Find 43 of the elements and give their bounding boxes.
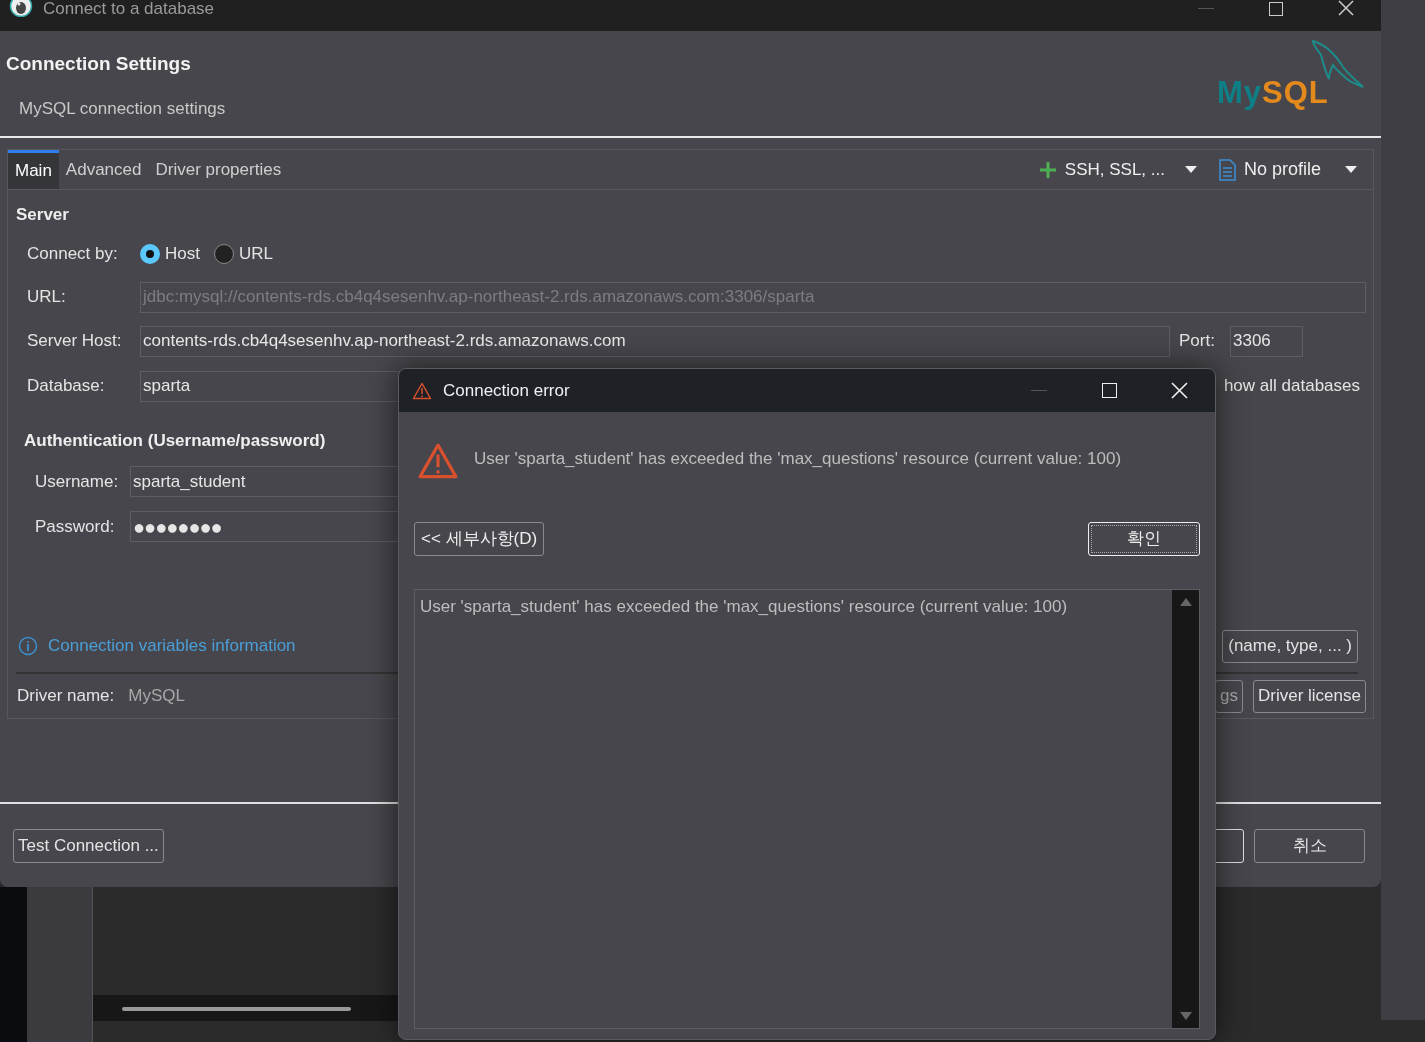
confirm-button[interactable]: 확인 [1088, 522, 1200, 556]
warning-icon [417, 442, 459, 480]
scroll-down-icon[interactable] [1179, 1012, 1192, 1020]
plus-icon [1038, 160, 1057, 179]
port-field[interactable]: 3306 [1230, 325, 1303, 357]
test-connection-button[interactable]: Test Connection ... [13, 829, 164, 863]
mysql-logo: MySQL [1217, 39, 1367, 117]
radio-option[interactable]: Host [140, 240, 200, 267]
field-label: Port: [1179, 330, 1216, 353]
vertical-scrollbar[interactable] [1172, 590, 1199, 1028]
show-all-databases-checkbox-label[interactable]: how all databases [1223, 373, 1360, 399]
network-button[interactable]: SSH, SSL, ... [1064, 156, 1165, 183]
tab[interactable]: Advanced [58, 150, 149, 189]
dropdown-caret-icon[interactable] [1345, 166, 1357, 173]
dropdown-caret-icon[interactable] [1184, 166, 1197, 173]
host-field[interactable]: contents-rds.cb4q4sesenhv.ap-northeast-2.rds.amazonaws.com [140, 325, 1170, 357]
info-icon [18, 636, 38, 656]
scroll-up-icon[interactable] [1179, 598, 1192, 606]
driver-license-button[interactable]: Driver license [1253, 679, 1366, 713]
variables-button[interactable]: (name, type, ... ) [1222, 629, 1358, 663]
document-icon [1218, 158, 1236, 181]
window-title: Connect to a database [43, 0, 215, 18]
field-label: Connect by: [27, 242, 119, 265]
radio-option[interactable]: URL [213, 240, 273, 267]
tab[interactable]: Main [8, 150, 59, 189]
cancel-button[interactable]: 취소 [1254, 829, 1365, 863]
section-heading: Server [16, 204, 70, 226]
tab[interactable]: Driver properties [148, 150, 289, 189]
field-label: Password: [35, 515, 116, 538]
field-label: Username: [35, 470, 120, 493]
section-heading: Authentication (Username/password) [24, 429, 327, 452]
close-icon[interactable] [1338, 0, 1354, 16]
warning-icon [412, 381, 432, 400]
profile-button[interactable]: No profile [1243, 156, 1321, 183]
details-text: User 'sparta_student' has exceeded the 'max_questions' resource (current value: 100) [420, 597, 1068, 616]
field-label: Driver name: [17, 685, 115, 708]
driver-name-value: MySQL [128, 685, 185, 708]
header-subtitle: MySQL connection settings [18, 97, 226, 120]
field-label: Server Host: [27, 330, 123, 353]
field-label: Database: [27, 375, 106, 398]
details-button[interactable]: << 세부사항(D) [414, 522, 545, 556]
field-label: URL: [27, 286, 67, 309]
header-title: Connection Settings [6, 52, 192, 76]
